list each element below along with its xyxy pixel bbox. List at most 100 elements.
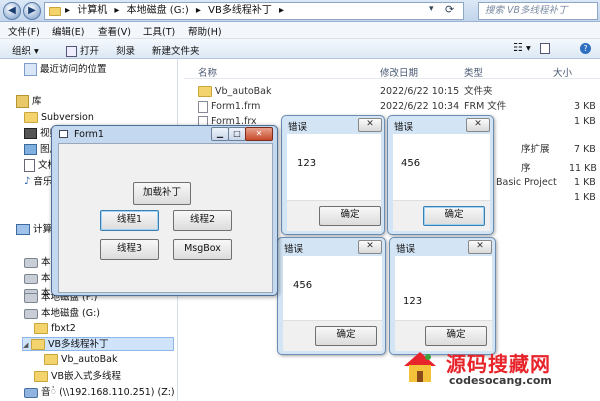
file-size: 7 KB: [574, 144, 596, 155]
search-input[interactable]: 搜索 VB多线程补丁: [478, 2, 598, 20]
nav-drive-g[interactable]: 本地磁盘 (G:): [24, 307, 100, 321]
menu-tools[interactable]: 工具(T): [143, 24, 175, 38]
dialog-client: 456 确定: [283, 256, 382, 351]
nav-vb-autobak-label: Vb_autoBak: [61, 354, 118, 365]
drive-icon: [24, 292, 38, 303]
file-size: 11 KB: [569, 163, 597, 174]
burn-button[interactable]: 刻录: [116, 43, 135, 57]
col-size[interactable]: 大小: [553, 65, 572, 79]
dialog-title: 错误: [396, 244, 416, 255]
chevron-down-icon: ▾: [34, 46, 39, 57]
close-icon[interactable]: ✕: [245, 127, 273, 141]
error-dialog: 错误 ✕ 123 确定: [389, 237, 496, 355]
preview-pane-icon[interactable]: [540, 43, 550, 54]
nav-network-drive[interactable]: 音់ (\\192.168.110.251) (Z:): [24, 386, 175, 400]
breadcrumb-sep-icon: ▸: [114, 5, 120, 16]
file-row[interactable]: Vb_autoBak 2022/6/22 10:15 文件夹: [184, 85, 600, 98]
nav-drive-a[interactable]: 本: [24, 256, 51, 270]
nav-vb-patch[interactable]: ◢ VB多线程补丁: [22, 337, 174, 351]
back-button[interactable]: ◀: [3, 2, 21, 20]
file-name: Form1.frm: [211, 101, 261, 112]
minimize-icon[interactable]: ▁: [211, 127, 229, 141]
nav-drive-b[interactable]: 本: [24, 272, 51, 286]
ok-button[interactable]: 确定: [315, 326, 377, 346]
nav-music[interactable]: ♪ 音乐: [24, 175, 52, 189]
help-icon[interactable]: ?: [580, 43, 591, 54]
dialog-title: 错误: [394, 122, 414, 133]
organize-label: 组织: [12, 46, 32, 57]
file-date: 2022/6/22 10:15: [380, 86, 460, 97]
breadcrumb-computer[interactable]: 计算机: [77, 5, 107, 16]
chevron-down-icon[interactable]: ▾: [526, 43, 531, 54]
open-label: 打开: [80, 46, 100, 57]
computer-icon: [16, 224, 30, 235]
dialog-message: 456: [401, 158, 421, 169]
load-patch-button[interactable]: 加载补丁: [133, 182, 191, 205]
nav-subversion-label: Subversion: [41, 112, 94, 123]
library-icon: [16, 95, 29, 108]
new-folder-button[interactable]: 新建文件夹: [152, 43, 200, 57]
file-icon: [198, 100, 208, 113]
address-box[interactable]: ▸ 计算机 ▸ 本地磁盘 (G:) ▸ VB多线程补丁 ▸ ▾ ⟳: [44, 2, 464, 20]
nav-libraries[interactable]: 库: [16, 95, 42, 109]
nav-fbxt2[interactable]: fbxt2: [34, 322, 76, 336]
file-row[interactable]: Form1.frm 2022/6/22 10:34 FRM 文件 3 KB: [184, 100, 600, 113]
thread1-button[interactable]: 线程1: [100, 210, 159, 231]
open-button[interactable]: 打开: [66, 43, 99, 57]
window-icon: [66, 46, 77, 57]
ok-button[interactable]: 确定: [423, 206, 485, 226]
nav-vb-patch-label: VB多线程补丁: [48, 339, 109, 350]
maximize-icon[interactable]: □: [228, 127, 246, 141]
nav-vb-embed[interactable]: VB嵌入式多线程: [34, 370, 121, 384]
nav-drive-a-label: 本: [41, 257, 51, 268]
nav-recent-label: 最近访问的位置: [40, 64, 107, 75]
nav-drive-g-label: 本地磁盘 (G:): [41, 308, 100, 319]
address-dropdown-icon[interactable]: ▾: [429, 4, 434, 14]
col-name[interactable]: 名称: [198, 65, 217, 79]
command-bar: 组织 ▾ 打开 刻录 新建文件夹 ☷ ▾ ?: [0, 39, 600, 59]
close-icon[interactable]: ✕: [468, 240, 492, 254]
nav-drive-b-label: 本: [41, 273, 51, 284]
file-type: Basic Project: [496, 177, 557, 188]
drive-icon: [24, 273, 38, 284]
dialog-client: 123 确定: [395, 256, 492, 351]
col-date[interactable]: 修改日期: [380, 65, 418, 79]
nav-network-drive-label: 音់ (\\192.168.110.251) (Z:): [41, 387, 175, 398]
file-size: 1 KB: [574, 177, 596, 188]
watermark-house-logo: [404, 352, 436, 382]
view-options-icon[interactable]: ☷: [513, 41, 523, 54]
dialog-message: 123: [297, 158, 317, 169]
nav-recent[interactable]: 最近访问的位置: [24, 63, 107, 77]
menu-edit[interactable]: 编辑(E): [52, 24, 84, 38]
thread3-button[interactable]: 线程3: [100, 239, 159, 260]
folder-icon: [34, 371, 48, 382]
ok-button[interactable]: 确定: [319, 206, 381, 226]
menu-help[interactable]: 帮助(H): [188, 24, 222, 38]
document-icon: [24, 159, 35, 172]
expand-arrow-icon: ◢: [23, 341, 29, 349]
menu-file[interactable]: 文件(F): [8, 24, 40, 38]
forward-button[interactable]: ▶: [23, 2, 41, 20]
refresh-icon[interactable]: ⟳: [445, 3, 454, 16]
ok-button[interactable]: 确定: [425, 326, 487, 346]
breadcrumb-drive-g[interactable]: 本地磁盘 (G:): [127, 5, 189, 16]
menu-bar: 文件(F) 编辑(E) 查看(V) 工具(T) 帮助(H): [0, 22, 600, 39]
nav-subversion[interactable]: Subversion: [24, 111, 94, 125]
nav-vb-embed-label: VB嵌入式多线程: [51, 371, 122, 382]
watermark-url: codesocang.com: [449, 374, 552, 387]
file-name: Vb_autoBak: [215, 86, 272, 97]
folder-icon: [24, 112, 38, 123]
close-icon[interactable]: ✕: [358, 240, 382, 254]
msgbox-button[interactable]: MsgBox: [173, 239, 232, 260]
file-size: 1 KB: [574, 192, 596, 203]
breadcrumb-sep-icon: ▸: [65, 5, 71, 16]
breadcrumb-vb-patch[interactable]: VB多线程补丁: [208, 5, 272, 16]
nav-vb-autobak[interactable]: Vb_autoBak: [44, 353, 118, 367]
close-icon[interactable]: ✕: [466, 118, 490, 132]
menu-view[interactable]: 查看(V): [98, 24, 131, 38]
close-icon[interactable]: ✕: [358, 118, 382, 132]
error-dialog: 错误 ✕ 123 确定: [281, 115, 385, 235]
thread2-button[interactable]: 线程2: [173, 210, 232, 231]
organize-button[interactable]: 组织 ▾: [12, 43, 39, 57]
col-type[interactable]: 类型: [464, 65, 483, 79]
